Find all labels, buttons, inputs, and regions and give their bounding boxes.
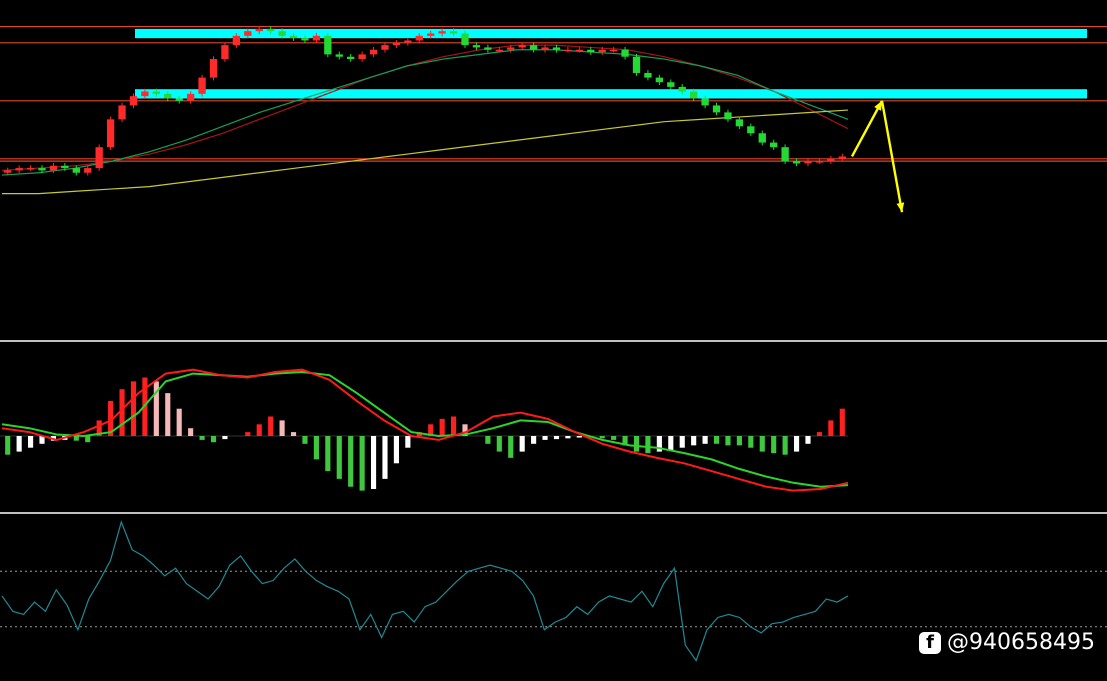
candle-body xyxy=(118,105,126,120)
candle-body xyxy=(587,49,595,53)
candle-body xyxy=(758,133,766,143)
candle-body xyxy=(164,93,172,99)
candle-body xyxy=(701,98,709,106)
macd-fast-line xyxy=(1,368,849,492)
candle-body xyxy=(621,49,629,57)
candle-body xyxy=(712,105,721,113)
watermark: f @940658495 xyxy=(919,630,1095,655)
candle-body xyxy=(564,49,572,52)
candle-body xyxy=(518,45,526,48)
candle-body xyxy=(529,45,538,50)
candle-body xyxy=(644,72,652,78)
candle-body xyxy=(4,170,12,173)
candle-body xyxy=(735,119,744,127)
zone-band xyxy=(135,28,1087,39)
candle-body xyxy=(26,168,35,170)
candle-body xyxy=(472,45,481,48)
candle-body xyxy=(129,96,138,106)
candle-body xyxy=(186,93,195,101)
candle-body xyxy=(575,49,583,52)
candle-body xyxy=(301,38,309,41)
facebook-icon: f xyxy=(919,631,942,654)
candle-body xyxy=(95,147,103,169)
candle-body xyxy=(792,161,801,164)
candle-body xyxy=(427,33,435,36)
price-pane xyxy=(0,25,1107,213)
candle-body xyxy=(690,91,698,99)
candle-body xyxy=(369,49,378,55)
candle-body xyxy=(209,59,218,78)
candle-body xyxy=(747,126,755,134)
candle-body xyxy=(152,91,160,94)
chart-root xyxy=(0,25,1107,662)
candle-body xyxy=(404,40,412,43)
candle-body xyxy=(232,35,241,46)
candle-body xyxy=(358,54,366,60)
watermark-text: @940658495 xyxy=(947,630,1095,655)
candle-body xyxy=(106,119,115,148)
candle-body xyxy=(381,45,389,50)
candle-body xyxy=(507,47,515,50)
macd-signal-line xyxy=(1,371,849,488)
candle-body xyxy=(324,35,332,55)
oscillator-line xyxy=(1,520,849,662)
candle-body xyxy=(632,56,641,73)
candle-body xyxy=(781,147,789,162)
ma_mid-line xyxy=(1,49,849,176)
candle-body xyxy=(598,49,606,53)
candle-body xyxy=(770,142,778,148)
candle-body xyxy=(61,165,69,169)
candle-body xyxy=(449,31,458,34)
ma_slow-line xyxy=(2,109,849,195)
candle-body xyxy=(15,168,23,171)
candle-body xyxy=(838,156,846,159)
candle-body xyxy=(49,165,58,171)
candle-body xyxy=(461,33,469,46)
projection-arrow xyxy=(850,100,884,158)
candle-body xyxy=(392,42,401,46)
candle-body xyxy=(84,168,92,173)
macd-pane xyxy=(0,368,849,492)
candle-body xyxy=(815,161,824,163)
candle-body xyxy=(667,82,675,87)
candle-body xyxy=(347,56,355,60)
candle-body xyxy=(175,98,183,101)
candle-body xyxy=(312,35,321,41)
candle-body xyxy=(415,35,423,41)
candle-body xyxy=(141,91,149,97)
candle-body xyxy=(827,158,835,162)
projection-arrowhead xyxy=(896,202,905,213)
candle-body xyxy=(609,49,618,52)
candle-body xyxy=(72,168,80,173)
projection-arrow xyxy=(880,100,904,213)
candle-body xyxy=(221,45,229,60)
zone-band xyxy=(135,89,1087,99)
candle-body xyxy=(335,54,343,57)
candle-body xyxy=(255,28,263,32)
candle-body xyxy=(655,77,664,83)
candle-body xyxy=(804,161,812,164)
candle-body xyxy=(198,77,206,94)
candle-body xyxy=(484,47,492,50)
candle-body xyxy=(289,35,298,39)
candle-body xyxy=(278,31,286,36)
candle-body xyxy=(38,168,46,171)
candle-body xyxy=(541,47,549,50)
candle-body xyxy=(678,86,686,92)
candle-body xyxy=(438,31,446,34)
candle-body xyxy=(552,47,561,50)
candle-body xyxy=(244,31,252,36)
candle-body xyxy=(267,28,275,32)
candle-body xyxy=(724,112,732,120)
candle-body xyxy=(495,49,503,52)
